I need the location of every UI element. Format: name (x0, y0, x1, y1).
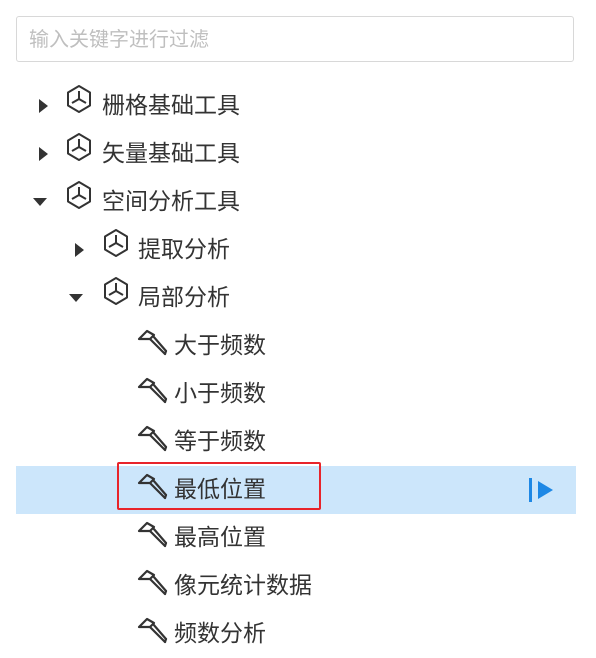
toolbox-hexagon-icon (64, 132, 94, 162)
toolbox-hexagon-icon (101, 228, 131, 258)
caret-right-icon[interactable] (34, 144, 54, 164)
tree-node-spatial-analysis[interactable]: 空间分析工具 (0, 178, 596, 226)
tree-node-vector-tools[interactable]: 矢量基础工具 (0, 130, 596, 178)
tool-item-label: 像元统计数据 (174, 573, 312, 599)
toolbox-hexagon-icon (64, 84, 94, 114)
run-button[interactable] (526, 478, 556, 502)
tree-node-label: 局部分析 (138, 285, 230, 311)
tool-item-label: 等于频数 (174, 429, 266, 455)
tree-node-local-analysis[interactable]: 局部分析 (0, 274, 596, 322)
hammer-icon (136, 328, 168, 360)
tool-item-less-than-frequency[interactable]: 小于频数 (0, 370, 596, 418)
caret-right-icon[interactable] (34, 96, 54, 116)
tool-item-cell-statistics[interactable]: 像元统计数据 (0, 562, 596, 610)
tree-node-raster-tools[interactable]: 栅格基础工具 (0, 82, 596, 130)
hammer-icon (136, 424, 168, 456)
tool-item-label: 最高位置 (174, 525, 266, 551)
search-box[interactable] (16, 16, 574, 62)
search-input[interactable] (17, 17, 573, 61)
caret-right-icon[interactable] (70, 240, 90, 260)
tree-node-label: 空间分析工具 (102, 189, 240, 215)
tree-node-label: 提取分析 (138, 237, 230, 263)
tool-item-equal-to-frequency[interactable]: 等于频数 (0, 418, 596, 466)
tool-item-label: 频数分析 (174, 621, 266, 647)
tool-item-label: 小于频数 (174, 381, 266, 407)
hammer-icon (136, 568, 168, 600)
caret-down-icon[interactable] (30, 192, 50, 212)
tree-node-extract-analysis[interactable]: 提取分析 (0, 226, 596, 274)
hammer-icon (136, 376, 168, 408)
hammer-icon (136, 520, 168, 552)
hammer-icon (136, 616, 168, 648)
tree-node-label: 栅格基础工具 (102, 93, 240, 119)
tree-node-label: 矢量基础工具 (102, 141, 240, 167)
toolbox-hexagon-icon (101, 276, 131, 306)
tool-item-frequency-analysis[interactable]: 频数分析 (0, 610, 596, 658)
tool-item-highest-position[interactable]: 最高位置 (0, 514, 596, 562)
caret-down-icon[interactable] (66, 288, 86, 308)
selection-highlight-box (117, 462, 321, 510)
tool-item-greater-than-frequency[interactable]: 大于频数 (0, 322, 596, 370)
toolbox-hexagon-icon (64, 180, 94, 210)
tool-item-label: 大于频数 (174, 333, 266, 359)
tool-tree: 栅格基础工具 矢量基础工具 空间分析工具 提取分析 局部分析 大于频数 小于频数… (0, 82, 596, 658)
